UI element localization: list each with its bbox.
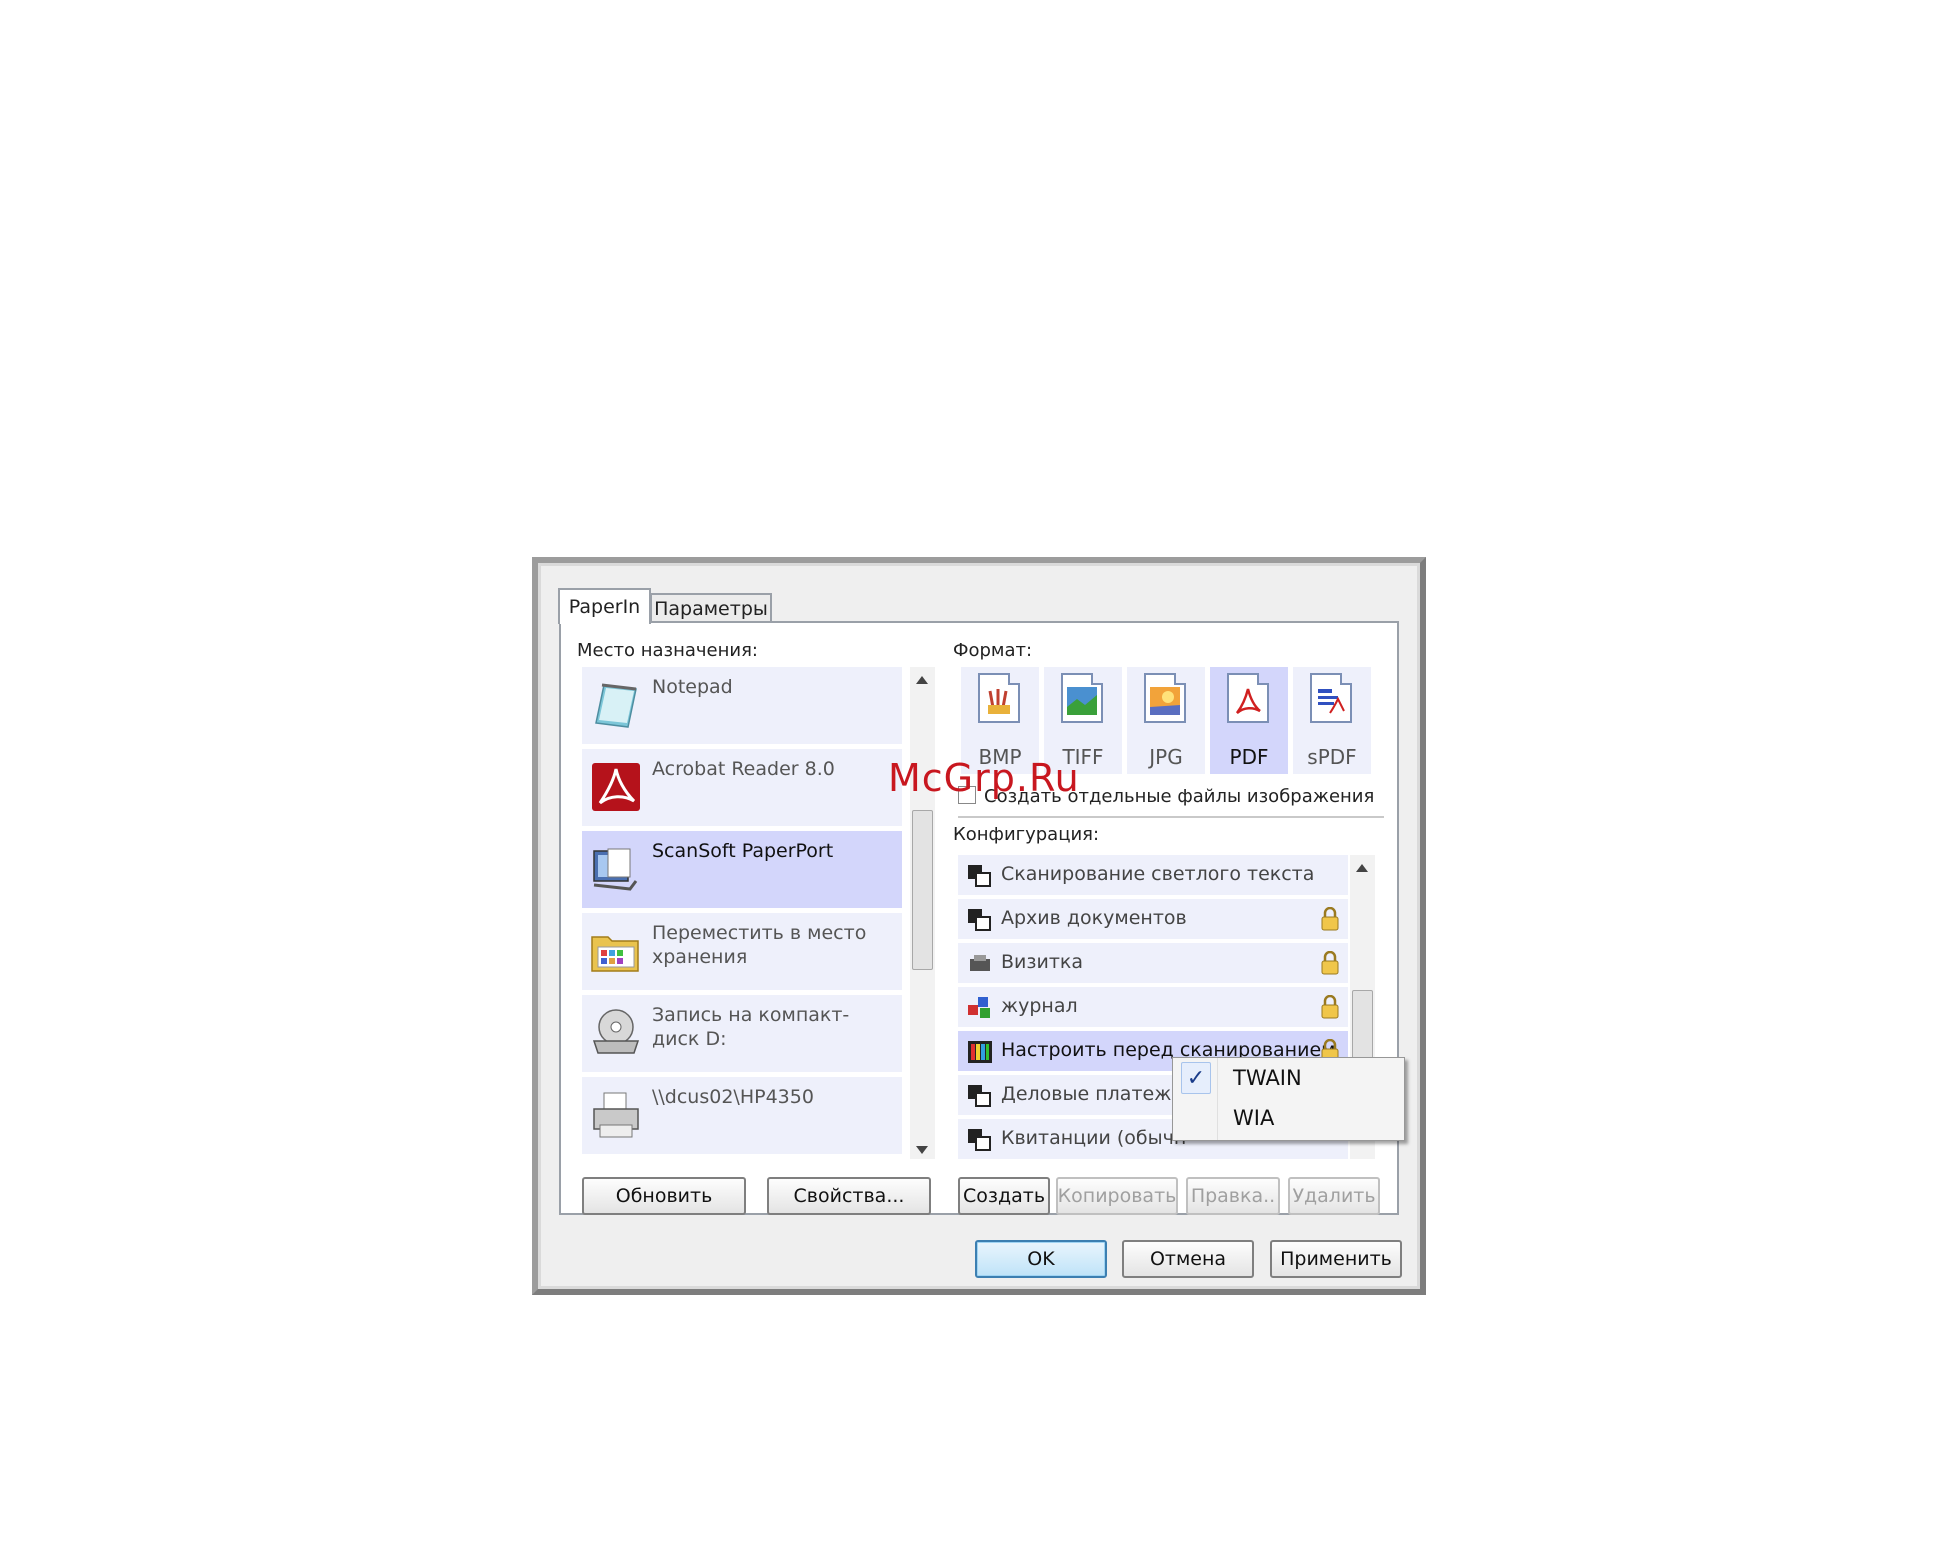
destination-label: Место назначения:: [577, 640, 758, 661]
menu-item-twain[interactable]: TWAIN: [1233, 1066, 1302, 1090]
format-pdf[interactable]: PDF: [1210, 667, 1288, 774]
destination-item-move-storage[interactable]: Переместить в место хранения: [582, 913, 902, 990]
format-label: PDF: [1229, 745, 1269, 769]
ok-button[interactable]: OK: [975, 1240, 1107, 1278]
destination-item-label: Notepad: [652, 676, 733, 698]
destination-item-cd-burn[interactable]: Запись на компакт-диск D:: [582, 995, 902, 1072]
paperport-icon: [593, 848, 638, 891]
scanner-config-icon: [968, 1085, 991, 1107]
printer-icon: [593, 1092, 639, 1138]
edit-button[interactable]: Правка..: [1186, 1177, 1280, 1215]
destination-scroll-thumb[interactable]: [912, 810, 933, 970]
lock-icon: [1321, 995, 1339, 1019]
config-item[interactable]: Сканирование светлого текста: [958, 855, 1348, 895]
cd-drive-icon: [592, 1009, 640, 1054]
lock-icon: [1321, 907, 1339, 931]
lock-icon: [1321, 951, 1339, 975]
magazine-config-icon: [968, 997, 990, 1018]
config-item-label: Сканирование светлого текста: [1001, 863, 1315, 885]
watermark: McGrp.Ru: [888, 756, 1080, 800]
destination-item-notepad[interactable]: Notepad: [582, 667, 902, 744]
delete-button[interactable]: Удалить: [1288, 1177, 1380, 1215]
scroll-down-icon[interactable]: [916, 1146, 928, 1154]
tiff-icon: [1067, 687, 1097, 715]
config-item[interactable]: журнал: [958, 987, 1348, 1027]
jpg-icon: [1150, 687, 1180, 715]
destination-item-label: ScanSoft PaperPort: [652, 840, 834, 862]
destination-item-label: Запись на компакт-диск D:: [652, 1004, 850, 1050]
config-item-label: Квитанции (обычн: [1001, 1127, 1187, 1149]
destination-item-label: \\dcus02\HP4350: [652, 1086, 814, 1108]
driver-context-menu: ✓ TWAIN WIA: [1172, 1057, 1405, 1141]
scanner-config-icon: [968, 865, 991, 887]
tab-paperin[interactable]: PaperIn: [558, 588, 651, 624]
apply-button[interactable]: Применить: [1270, 1240, 1402, 1278]
acrobat-icon: [592, 763, 640, 811]
folder-icon: [591, 936, 639, 972]
destination-item-paperport[interactable]: ScanSoft PaperPort: [582, 831, 902, 908]
tab-parameters[interactable]: Параметры: [650, 593, 772, 623]
format-jpg[interactable]: JPG: [1127, 667, 1205, 774]
scroll-up-icon[interactable]: [916, 676, 928, 684]
format-label: JPG: [1149, 745, 1183, 769]
scroll-up-icon[interactable]: [1356, 864, 1368, 872]
scanner-config-icon: [968, 1129, 991, 1151]
destination-item-label: Acrobat Reader 8.0: [652, 758, 835, 780]
config-item-label: Архив документов: [1001, 907, 1187, 929]
config-item-label: Визитка: [1001, 951, 1084, 973]
config-item[interactable]: Архив документов: [958, 899, 1348, 939]
config-item[interactable]: Визитка: [958, 943, 1348, 983]
bmp-icon: [988, 689, 1010, 714]
configuration-label: Конфигурация:: [953, 824, 1100, 845]
notepad-icon: [595, 683, 637, 728]
config-item-label: Деловые платежн: [1001, 1083, 1184, 1105]
configure-before-scan-icon: [968, 1041, 992, 1063]
format-label: Формат:: [953, 640, 1033, 661]
configuration-scroll-thumb[interactable]: [1352, 990, 1373, 1060]
pdf-icon: [1235, 688, 1261, 714]
cancel-button[interactable]: Отмена: [1122, 1240, 1254, 1278]
destination-item-printer[interactable]: \\dcus02\HP4350: [582, 1077, 902, 1154]
format-spdf[interactable]: sPDF: [1293, 667, 1371, 774]
destination-item-acrobat[interactable]: Acrobat Reader 8.0: [582, 749, 902, 826]
menu-item-wia[interactable]: WIA: [1233, 1106, 1274, 1130]
destination-item-label: Переместить в место хранения: [652, 922, 867, 968]
check-icon: ✓: [1181, 1062, 1211, 1094]
refresh-button[interactable]: Обновить: [582, 1177, 746, 1215]
scanner-config-icon: [968, 909, 991, 931]
config-item-label: журнал: [1001, 995, 1078, 1017]
divider: [958, 816, 1384, 818]
copy-button[interactable]: Копировать: [1056, 1177, 1178, 1215]
format-label: sPDF: [1307, 745, 1357, 769]
card-config-icon: [970, 955, 990, 971]
create-button[interactable]: Создать: [958, 1177, 1050, 1215]
spdf-icon: [1318, 689, 1345, 714]
properties-button[interactable]: Свойства...: [767, 1177, 931, 1215]
